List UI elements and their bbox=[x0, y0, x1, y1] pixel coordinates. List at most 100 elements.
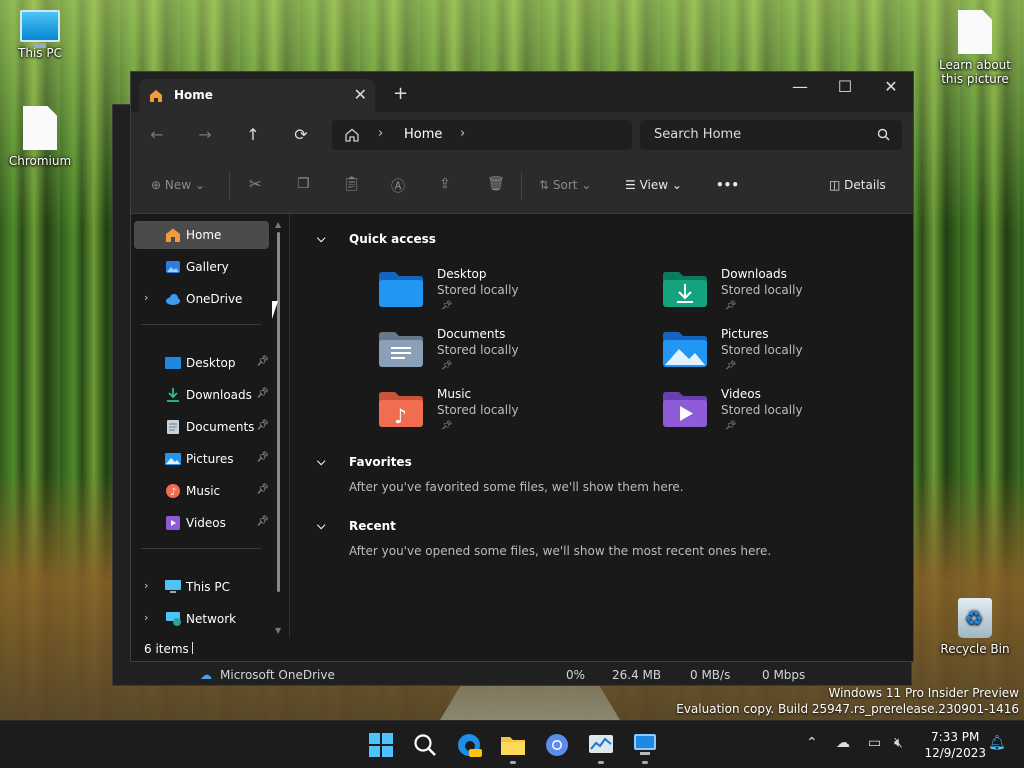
chevron-up-icon[interactable]: ⌃ bbox=[806, 735, 818, 751]
system-clock[interactable]: 7:33 PM 12/9/2023 bbox=[924, 729, 986, 761]
title-bar[interactable]: Home ✕ + — ☐ ✕ bbox=[131, 72, 913, 112]
favorites-empty-text: After you've favorited some files, we'll… bbox=[349, 480, 684, 494]
cut-icon[interactable]: ✂ bbox=[249, 175, 262, 193]
folder-documents[interactable]: Documents Stored locally 📌︎ bbox=[379, 327, 629, 385]
address-bar[interactable]: › Home › bbox=[332, 120, 632, 150]
tab-home[interactable]: Home ✕ bbox=[139, 79, 375, 112]
search-box[interactable]: Search Home bbox=[640, 120, 902, 150]
sidebar-item-downloads[interactable]: Downloads 📌︎ bbox=[134, 381, 269, 409]
onedrive-cloud-icon bbox=[166, 294, 180, 305]
sidebar-item-onedrive[interactable]: › OneDrive bbox=[134, 285, 269, 313]
chevron-right-icon[interactable]: › bbox=[144, 611, 148, 624]
tab-close-button[interactable]: ✕ bbox=[354, 85, 367, 104]
minimize-button[interactable]: — bbox=[785, 77, 815, 96]
folder-music[interactable]: ♪ Music Stored locally 📌︎ bbox=[379, 387, 629, 445]
sidebar-divider bbox=[141, 548, 261, 549]
navigation-pane[interactable]: Home Gallery › OneDrive Desktop 📌︎ Downl… bbox=[131, 214, 289, 638]
section-title: Recent bbox=[349, 519, 396, 533]
close-button[interactable]: ✕ bbox=[876, 77, 906, 96]
share-icon[interactable]: ⇪ bbox=[439, 176, 451, 192]
pictures-icon bbox=[165, 453, 181, 465]
pin-icon: 📌︎ bbox=[725, 421, 737, 431]
pin-icon[interactable]: 📌︎ bbox=[256, 452, 269, 463]
desktop-icon-this-pc[interactable]: This PC bbox=[0, 10, 80, 60]
rename-icon[interactable]: Ⓐ bbox=[391, 176, 405, 196]
cloud-offline-icon[interactable]: ☁ bbox=[836, 735, 850, 751]
chevron-right-icon[interactable]: › bbox=[144, 291, 148, 304]
sidebar-item-videos[interactable]: Videos 📌︎ bbox=[134, 509, 269, 537]
edge-browser-icon[interactable] bbox=[455, 731, 483, 759]
up-button[interactable]: ↑ bbox=[241, 125, 265, 144]
breadcrumb-separator[interactable]: › bbox=[460, 126, 465, 141]
chromium-icon[interactable] bbox=[543, 731, 571, 759]
sidebar-item-network[interactable]: › Network bbox=[134, 605, 269, 633]
refresh-button[interactable]: ⟳ bbox=[289, 125, 313, 144]
scroll-down-icon[interactable]: ▼ bbox=[275, 626, 281, 635]
new-tab-button[interactable]: + bbox=[393, 83, 408, 104]
folder-desktop[interactable]: Desktop Stored locally 📌︎ bbox=[379, 267, 629, 325]
sidebar-divider bbox=[141, 324, 261, 325]
task-manager-icon[interactable] bbox=[587, 731, 615, 759]
sort-button[interactable]: ⇅ Sort ⌄ bbox=[539, 178, 591, 192]
sidebar-item-desktop[interactable]: Desktop 📌︎ bbox=[134, 349, 269, 377]
scroll-up-icon[interactable]: ▲ bbox=[275, 220, 281, 229]
folder-pictures[interactable]: Pictures Stored locally 📌︎ bbox=[663, 327, 913, 385]
desktop-folder-icon bbox=[165, 357, 181, 369]
clock-time: 7:33 PM bbox=[931, 730, 980, 744]
delete-icon[interactable]: 🗑︎ bbox=[487, 176, 505, 192]
copy-icon[interactable]: ❐ bbox=[297, 176, 310, 192]
chevron-right-icon[interactable]: › bbox=[144, 579, 148, 592]
volume-muted-icon[interactable]: 🔇︎ bbox=[894, 735, 903, 751]
start-icon[interactable] bbox=[367, 731, 395, 759]
folder-location: Stored locally bbox=[721, 403, 803, 417]
forward-button[interactable]: → bbox=[193, 125, 217, 144]
chevron-down-icon: ⌵ bbox=[317, 455, 326, 468]
watermark-line: Evaluation copy. Build 25947.rs_prerelea… bbox=[676, 702, 1019, 716]
back-button[interactable]: ← bbox=[145, 125, 169, 144]
status-bar: 6 items bbox=[131, 637, 913, 661]
new-label: New bbox=[164, 178, 192, 192]
sidebar-item-home[interactable]: Home bbox=[134, 221, 269, 249]
pin-icon[interactable]: 📌︎ bbox=[256, 356, 269, 367]
sidebar-scrollbar[interactable] bbox=[277, 232, 280, 592]
sidebar-item-documents[interactable]: Documents 📌︎ bbox=[134, 413, 269, 441]
pane-splitter[interactable] bbox=[289, 214, 290, 638]
folder-downloads[interactable]: Downloads Stored locally 📌︎ bbox=[663, 267, 913, 325]
folder-videos[interactable]: Videos Stored locally 📌︎ bbox=[663, 387, 913, 445]
search-icon[interactable] bbox=[411, 731, 439, 759]
process-network: 0 Mbps bbox=[762, 668, 806, 682]
file-explorer-icon[interactable] bbox=[499, 731, 527, 759]
sidebar-item-music[interactable]: ♪ Music 📌︎ bbox=[134, 477, 269, 505]
desktop-icon-chromium[interactable]: Chromium bbox=[0, 106, 80, 168]
desktop-icon-label: Recycle Bin bbox=[940, 642, 1010, 656]
remote-desktop-icon[interactable] bbox=[631, 731, 659, 759]
maximize-button[interactable]: ☐ bbox=[830, 77, 860, 96]
notification-bell-icon[interactable]: 🔔︎ bbox=[988, 735, 1006, 751]
details-button[interactable]: ◫ Details bbox=[829, 178, 886, 192]
sidebar-item-gallery[interactable]: Gallery bbox=[134, 253, 269, 281]
view-button[interactable]: ☰ View ⌄ bbox=[625, 178, 682, 192]
new-button[interactable]: ⊕ New ⌄ bbox=[151, 178, 205, 192]
paste-icon[interactable]: 📋︎ bbox=[343, 176, 361, 192]
background-process-row[interactable]: ☁ Microsoft OneDrive 0% 26.4 MB 0 MB/s 0… bbox=[112, 664, 812, 686]
mouse-cursor bbox=[272, 301, 278, 319]
pin-icon[interactable]: 📌︎ bbox=[256, 420, 269, 431]
sidebar-item-this-pc[interactable]: › This PC bbox=[134, 573, 269, 601]
network-icon[interactable]: ▭ bbox=[868, 735, 881, 751]
svg-text:♪: ♪ bbox=[170, 487, 176, 498]
breadcrumb-separator[interactable]: › bbox=[378, 126, 383, 141]
file-explorer-window[interactable]: Home ✕ + — ☐ ✕ ← → ↑ ⟳ › Home › Search H… bbox=[130, 71, 914, 662]
sidebar-item-label: Home bbox=[186, 228, 222, 242]
pin-icon[interactable]: 📌︎ bbox=[256, 516, 269, 527]
desktop-icon-recycle-bin[interactable]: Recycle Bin bbox=[935, 598, 1015, 656]
process-name: Microsoft OneDrive bbox=[220, 668, 335, 682]
sidebar-item-label: Pictures bbox=[186, 452, 234, 466]
breadcrumb-home[interactable]: Home bbox=[404, 127, 442, 142]
section-title: Favorites bbox=[349, 455, 412, 469]
more-options-icon[interactable]: ••• bbox=[716, 178, 739, 192]
pin-icon[interactable]: 📌︎ bbox=[256, 484, 269, 495]
pin-icon[interactable]: 📌︎ bbox=[256, 388, 269, 399]
sidebar-item-pictures[interactable]: Pictures 📌︎ bbox=[134, 445, 269, 473]
desktop-icon-learn-about-picture[interactable]: Learn about this picture bbox=[935, 10, 1015, 86]
toolbar-divider bbox=[521, 172, 522, 200]
